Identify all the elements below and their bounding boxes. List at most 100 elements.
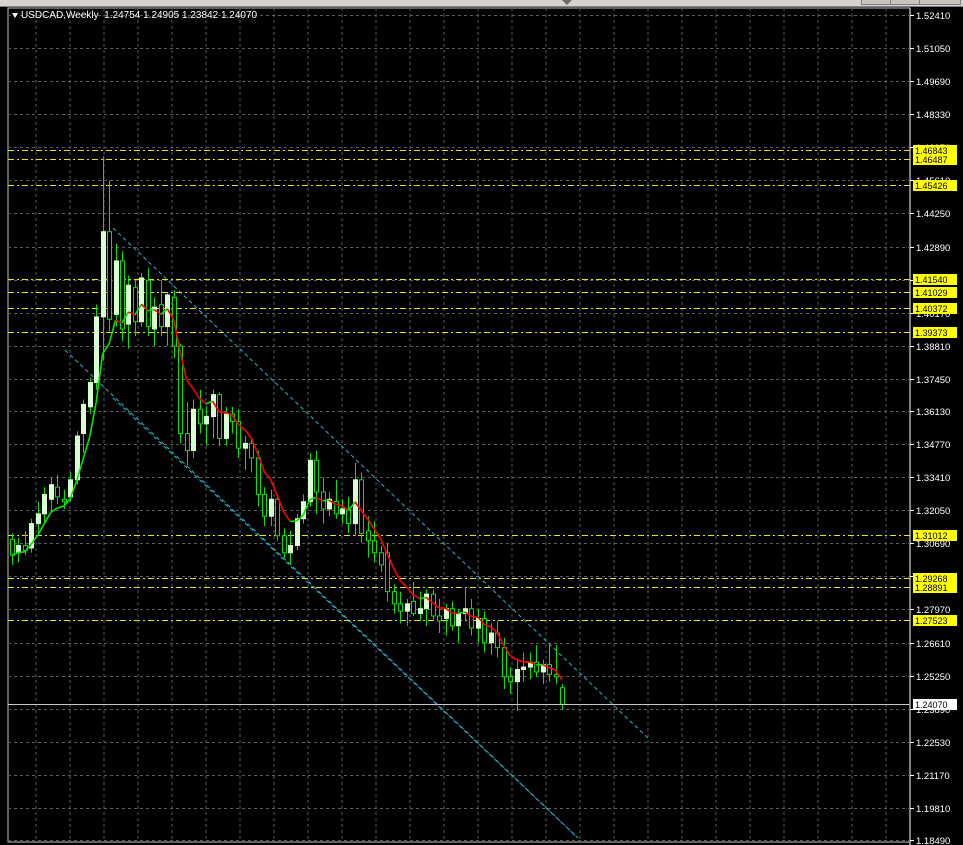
price-chart[interactable]: 1.524101.510501.496901.483301.469701.456… <box>0 0 963 845</box>
y-tick-label: 1.27970 <box>916 605 950 616</box>
y-tick-label: 1.21170 <box>916 771 950 782</box>
dropdown-triangle-icon[interactable] <box>12 12 18 18</box>
level-label: 1.45426 <box>915 181 948 191</box>
moving-average-segment <box>18 551 26 554</box>
candle-body <box>159 304 164 328</box>
moving-average-segment <box>509 655 518 661</box>
chart-window: 1.524101.510501.496901.483301.469701.456… <box>0 0 963 845</box>
candle-body <box>418 608 423 615</box>
candle-body <box>372 540 377 554</box>
y-tick-label: 1.52410 <box>916 11 950 22</box>
candle-body <box>340 508 345 515</box>
y-tick-label: 1.38810 <box>916 342 950 353</box>
candle-body <box>191 408 196 452</box>
moving-average-segment <box>57 505 64 509</box>
moving-average-segment <box>82 436 91 460</box>
candle-body <box>437 615 442 622</box>
candle-body <box>36 513 41 525</box>
moving-average-segment <box>263 471 272 481</box>
level-label: 1.40372 <box>915 304 948 314</box>
candle-body <box>346 508 351 525</box>
level-label: 1.39373 <box>915 328 948 338</box>
candle-body <box>269 498 274 517</box>
candle-body <box>49 484 54 500</box>
candle-body <box>204 416 209 425</box>
candle-body <box>243 442 248 449</box>
candle-body <box>42 493 47 515</box>
candle-body <box>133 287 138 323</box>
candle-body <box>560 687 565 705</box>
y-tick-label: 1.36130 <box>916 407 950 418</box>
candle-body <box>411 600 416 615</box>
candle-body <box>502 647 507 678</box>
candle-body <box>489 632 494 644</box>
y-tick-label: 1.22530 <box>916 738 950 749</box>
candle-body <box>62 498 67 503</box>
candle-body <box>114 260 119 315</box>
moving-average-segment <box>283 511 291 522</box>
y-tick-label: 1.37450 <box>916 375 950 386</box>
current-price-label: 1.24070 <box>915 700 948 710</box>
candle-body <box>262 493 267 517</box>
candle-body <box>366 530 371 542</box>
candle-body <box>185 433 190 452</box>
candle-body <box>139 277 144 323</box>
candle-body <box>256 457 261 495</box>
y-tick-label: 1.25250 <box>916 672 950 683</box>
y-tick-label: 1.42890 <box>916 243 950 254</box>
y-tick-label: 1.51050 <box>916 44 950 55</box>
candle-body <box>88 382 93 408</box>
moving-average-segment <box>471 615 478 618</box>
y-tick-label: 1.18490 <box>916 836 950 845</box>
candle-body <box>405 603 410 612</box>
moving-average-segment <box>412 594 421 600</box>
candle-body <box>314 459 319 493</box>
candle-body <box>392 591 397 605</box>
y-tick-label: 1.19810 <box>916 804 950 815</box>
candle-body <box>508 676 513 683</box>
moving-average-segment <box>218 411 226 414</box>
candle-body <box>94 316 99 384</box>
candle-body <box>282 535 287 554</box>
moving-average-segment <box>186 379 194 390</box>
candle-body <box>107 231 112 320</box>
level-label: 1.41540 <box>915 275 948 285</box>
candle-body <box>224 413 229 439</box>
candle-body <box>198 408 203 425</box>
candle-body <box>398 603 403 612</box>
candle-body <box>146 279 151 328</box>
trend-channel-line <box>112 227 651 741</box>
symbol-header: USDCAD,Weekly 1.24754 1.24905 1.23842 1.… <box>12 10 257 21</box>
symbol-name: USDCAD,Weekly <box>21 10 99 21</box>
candle-body <box>275 498 280 537</box>
candle-body <box>55 486 60 498</box>
ohlc-values: 1.24754 1.24905 1.23842 1.24070 <box>104 10 258 21</box>
candle-body <box>521 666 526 671</box>
candle-body <box>308 459 313 503</box>
level-label: 1.28891 <box>915 583 948 593</box>
candle-body <box>126 284 131 325</box>
moving-average-segment <box>147 308 155 312</box>
candle-body <box>547 664 552 675</box>
y-tick-label: 1.49690 <box>916 77 950 88</box>
level-label: 1.31012 <box>915 531 948 541</box>
candle-body <box>424 593 429 610</box>
candle-body <box>249 442 254 459</box>
y-tick-label: 1.34770 <box>916 440 950 451</box>
candle-body <box>456 613 461 627</box>
candle-body <box>217 394 222 439</box>
y-tick-label: 1.44250 <box>916 209 950 220</box>
candle-body <box>379 552 384 566</box>
y-tick-label: 1.32050 <box>916 506 950 517</box>
moving-average-segment <box>192 388 201 400</box>
candle-body <box>295 518 300 546</box>
candle-body <box>101 231 106 318</box>
y-tick-label: 1.33410 <box>916 473 950 484</box>
moving-average-segment <box>399 580 408 588</box>
level-label: 1.46487 <box>915 155 948 165</box>
candle-body <box>288 544 293 554</box>
candle-body <box>450 608 455 627</box>
level-label: 1.27523 <box>915 616 948 626</box>
candle-body <box>10 538 15 556</box>
candle-body <box>81 403 86 435</box>
